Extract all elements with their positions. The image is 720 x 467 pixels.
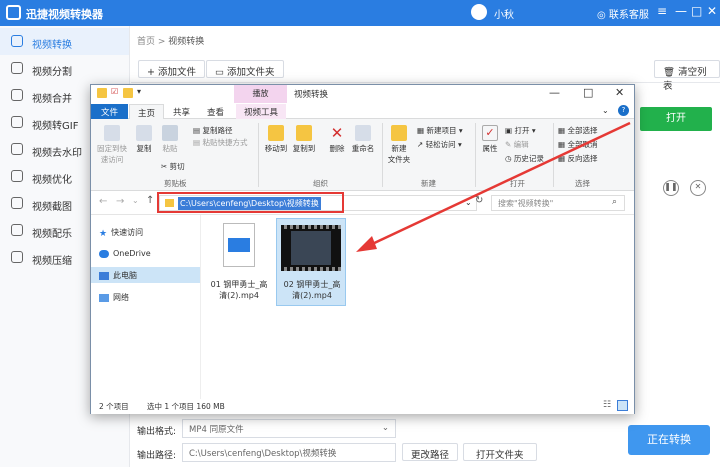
annotation-arrow (356, 121, 631, 252)
